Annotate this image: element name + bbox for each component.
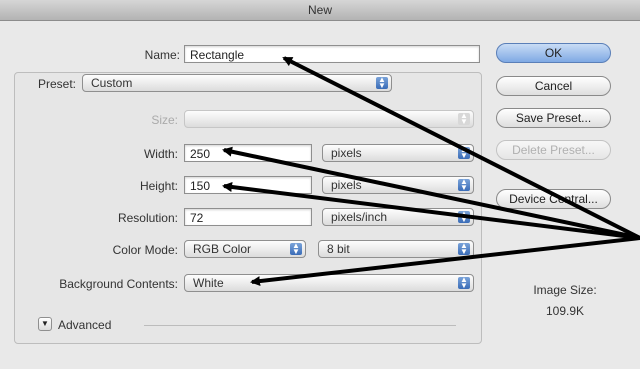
annotation-arrows (222, 56, 640, 287)
arrow-to-name (282, 56, 640, 240)
arrow-to-background (250, 236, 640, 287)
